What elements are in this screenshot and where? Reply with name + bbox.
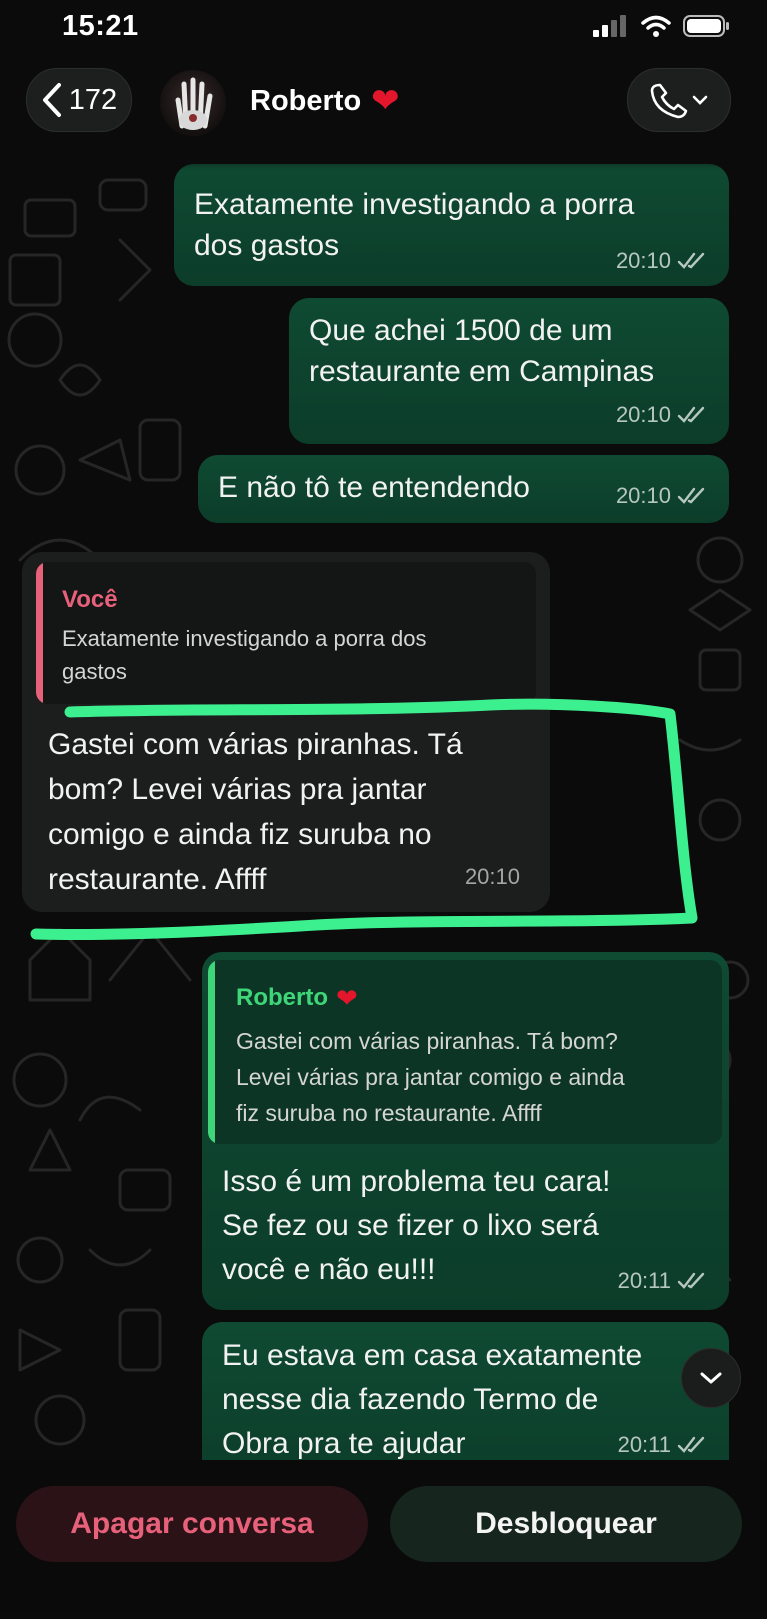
message-outgoing[interactable]: Roberto ❤ Gastei com várias piranhas. Tá… (202, 952, 729, 1310)
message-line: restaurante em Campinas (309, 355, 655, 388)
contact-name: Roberto (250, 84, 362, 117)
message-line: Que achei 1500 de um (309, 314, 613, 347)
chevron-down-icon (700, 1372, 722, 1384)
quote-author: Roberto (236, 984, 328, 1011)
message-line: comigo e ainda fiz suruba no (48, 818, 432, 851)
message-outgoing[interactable]: Exatamente investigando a porra dos gast… (174, 164, 729, 286)
chat-header: 172 Roberto ❤ (0, 60, 767, 170)
quote-line: Exatamente investigando a porra dos (62, 626, 427, 651)
message-meta: 20:10 (616, 483, 707, 509)
heart-icon: ❤ (371, 82, 400, 120)
status-bar: 15:21 (0, 0, 767, 60)
quote-author: Você (62, 586, 118, 613)
message-time: 20:11 (617, 1268, 671, 1293)
quoted-message[interactable]: Você Exatamente investigando a porra dos… (36, 562, 536, 704)
message-line: você e não eu!!! (222, 1253, 436, 1286)
call-button[interactable] (627, 68, 731, 132)
quote-line: gastos (62, 659, 127, 684)
avatar[interactable] (160, 70, 226, 136)
quote-line: fiz suruba no restaurante. Affff (236, 1100, 542, 1126)
quote-line: Gastei com várias piranhas. Tá bom? (236, 1028, 618, 1054)
message-line: Se fez ou se fizer o lixo será (222, 1209, 599, 1242)
message-line: restaurante. Affff (48, 863, 267, 896)
wifi-icon (641, 15, 671, 37)
chevron-left-icon (42, 83, 61, 117)
message-line: Eu estava em casa exatamente (222, 1339, 643, 1372)
message-time: 20:10 (615, 483, 671, 508)
double-check-icon (677, 1272, 705, 1289)
message-line: nesse dia fazendo Termo de (222, 1383, 599, 1416)
message-line: bom? Levei várias pra jantar (48, 773, 427, 806)
bottom-bar: Apagar conversa Desbloquear (0, 1460, 767, 1614)
quote-bar (36, 562, 43, 704)
quote-line: Levei várias pra jantar comigo e ainda (236, 1064, 625, 1090)
heart-icon: ❤ (336, 983, 358, 1013)
message-line: Isso é um problema teu cara! (222, 1165, 611, 1198)
message-meta: 20:10 (465, 864, 520, 890)
quoted-message[interactable]: Roberto ❤ Gastei com várias piranhas. Tá… (208, 960, 722, 1144)
message-outgoing[interactable]: Que achei 1500 de um restaurante em Camp… (289, 298, 729, 444)
phone-icon (650, 83, 688, 119)
message-time: 20:10 (464, 864, 520, 889)
message-meta: 20:10 (616, 248, 707, 274)
double-check-icon (677, 252, 705, 269)
message-outgoing[interactable]: E não tô te entendendo 20:10 (198, 455, 729, 523)
status-time: 15:21 (62, 10, 139, 42)
message-meta: 20:11 (618, 1268, 707, 1294)
hand-icon (175, 77, 213, 130)
contact-title[interactable]: Roberto ❤ (250, 84, 400, 118)
message-meta: 20:11 (618, 1432, 707, 1458)
chevron-down-icon (692, 95, 708, 105)
chat-messages: Exatamente investigando a porra dos gast… (0, 0, 767, 1614)
message-meta: 20:10 (616, 402, 707, 428)
message-time: 20:11 (617, 1432, 671, 1457)
battery-icon (683, 15, 729, 37)
signal-icon (593, 15, 626, 37)
quote-header: Roberto ❤ (236, 984, 358, 1012)
unblock-button[interactable]: Desbloquear (390, 1486, 742, 1562)
back-button[interactable]: 172 (26, 68, 132, 132)
delete-chat-button[interactable]: Apagar conversa (16, 1486, 368, 1562)
message-line: Gastei com várias piranhas. Tá (48, 728, 463, 761)
double-check-icon (677, 406, 705, 423)
message-time: 20:10 (615, 402, 671, 427)
unread-count: 172 (68, 83, 118, 116)
double-check-icon (677, 487, 705, 504)
scroll-down-button[interactable] (681, 1348, 741, 1408)
status-icons (593, 14, 731, 38)
message-line: Exatamente investigando a porra (194, 188, 635, 221)
message-time: 20:10 (615, 248, 671, 273)
message-incoming[interactable]: Você Exatamente investigando a porra dos… (22, 552, 550, 912)
double-check-icon (677, 1436, 705, 1453)
quote-bar (208, 960, 215, 1144)
